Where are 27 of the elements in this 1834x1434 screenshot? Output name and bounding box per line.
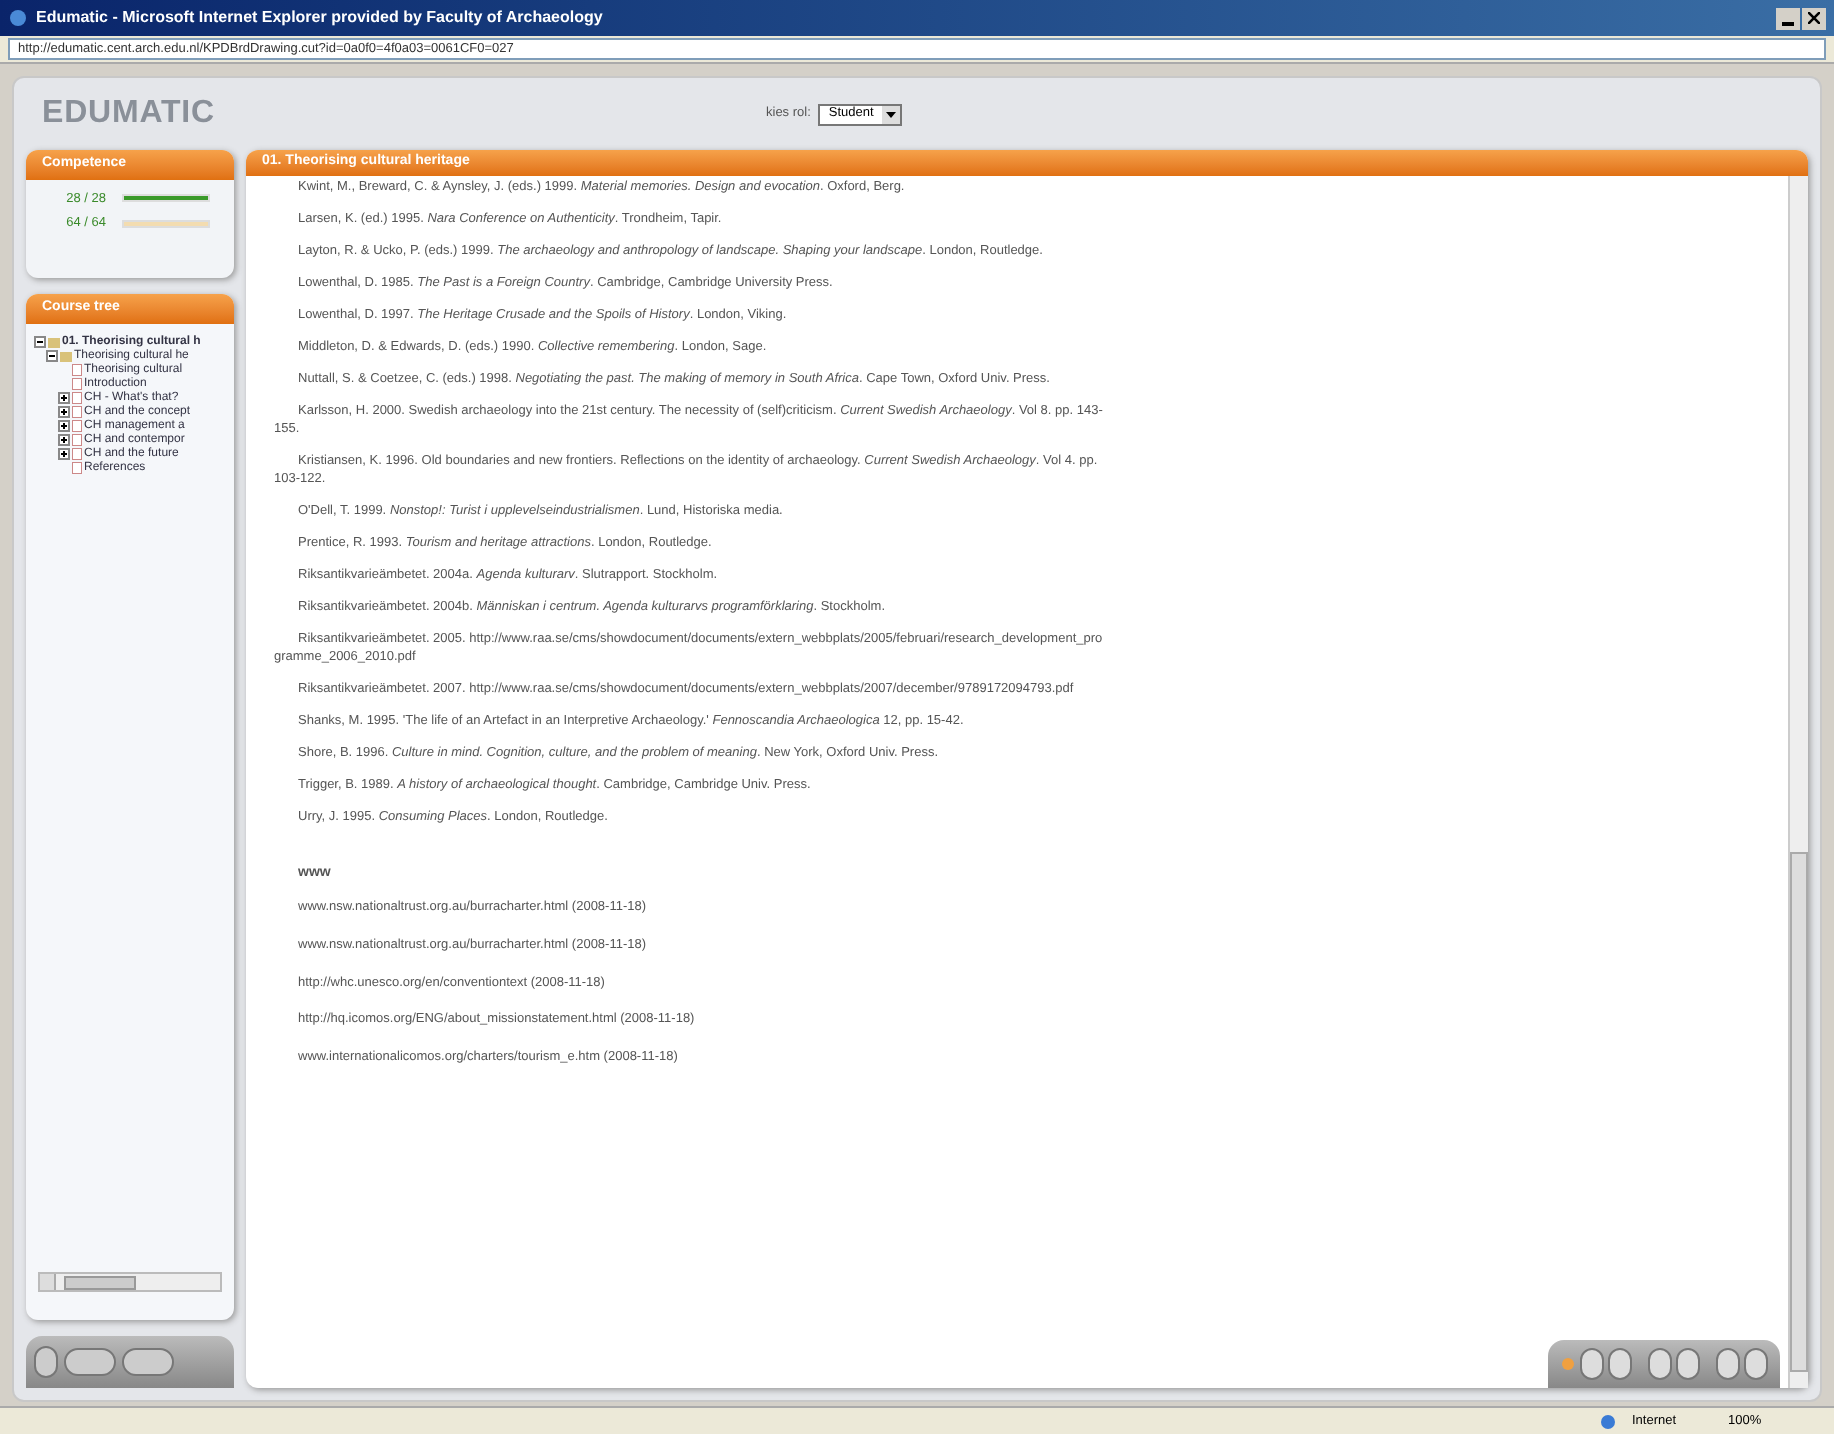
globe-icon xyxy=(1600,1413,1616,1429)
minimize-button[interactable] xyxy=(1776,7,1800,29)
expand-icon[interactable] xyxy=(58,392,70,404)
nav-button[interactable] xyxy=(1744,1348,1768,1380)
nav-button[interactable] xyxy=(1580,1348,1604,1380)
toolbar-button[interactable] xyxy=(122,1348,174,1376)
nav-button[interactable] xyxy=(1676,1348,1700,1380)
nav-button[interactable] xyxy=(1648,1348,1672,1380)
close-button[interactable] xyxy=(1802,7,1826,29)
logo: EDUMATIC xyxy=(40,94,217,134)
horizontal-scrollbar[interactable] xyxy=(38,1272,222,1292)
collapse-icon[interactable] xyxy=(34,336,46,348)
nav-button[interactable] xyxy=(1716,1348,1740,1380)
close-icon xyxy=(1808,12,1820,24)
vertical-scrollbar[interactable] xyxy=(1788,175,1808,1388)
toolbar-button[interactable] xyxy=(64,1348,116,1376)
nav-button[interactable] xyxy=(1608,1348,1632,1380)
collapse-icon[interactable] xyxy=(46,350,58,362)
expand-icon[interactable] xyxy=(58,434,70,446)
expand-icon[interactable] xyxy=(58,448,70,460)
window-title: Edumatic - Microsoft Internet Explorer provided by Faculty of Archaeology xyxy=(36,6,603,30)
expand-icon[interactable] xyxy=(58,420,70,432)
toolbar-button[interactable] xyxy=(34,1346,58,1378)
minimize-icon xyxy=(1782,21,1794,25)
expand-icon[interactable] xyxy=(58,406,70,418)
caret-icon xyxy=(881,105,900,123)
browser-icon xyxy=(8,8,28,28)
